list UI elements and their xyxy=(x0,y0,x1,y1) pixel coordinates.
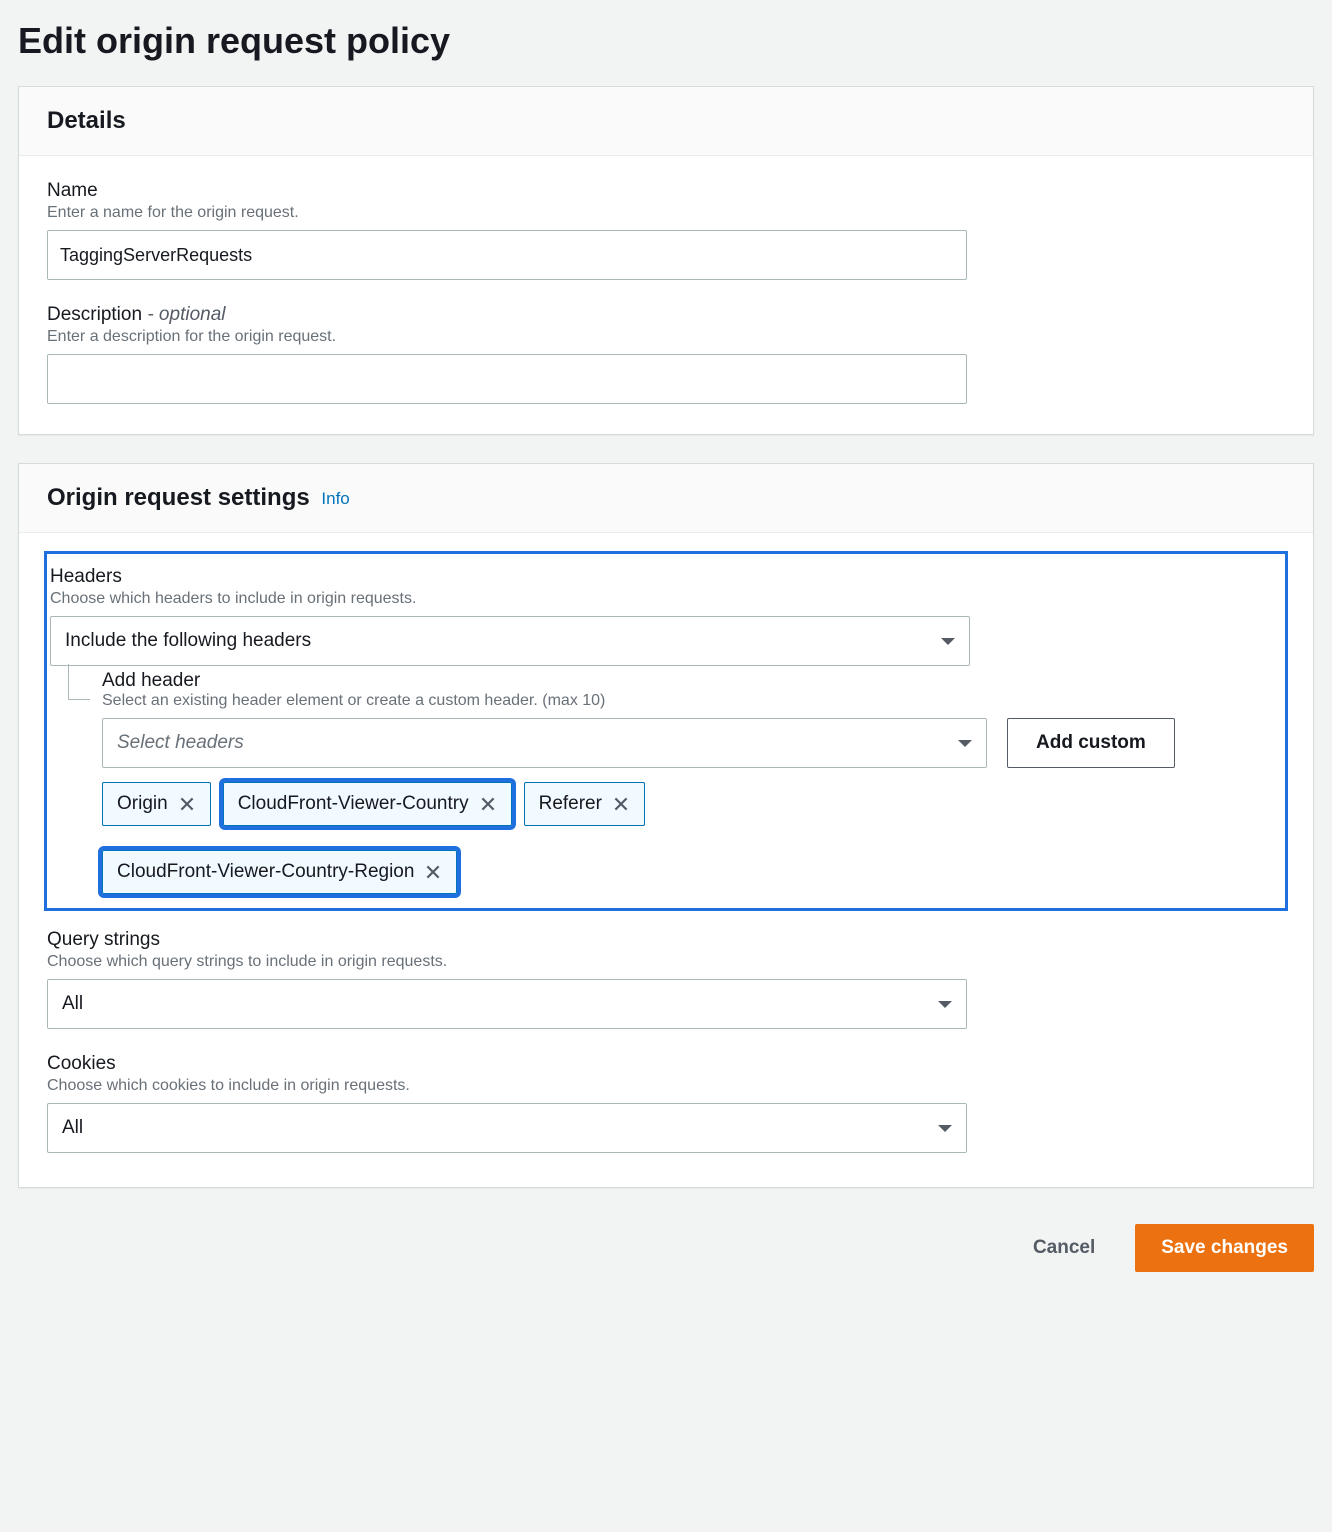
query-strings-select-value: All xyxy=(62,993,83,1015)
headers-hint: Choose which headers to include in origi… xyxy=(50,590,1282,608)
add-header-indent: Add header Select an existing header ele… xyxy=(50,670,1282,894)
name-input[interactable] xyxy=(47,230,967,280)
query-strings-label: Query strings xyxy=(47,929,1285,951)
chevron-down-icon xyxy=(938,1125,952,1132)
headers-highlight-box: Headers Choose which headers to include … xyxy=(44,551,1288,911)
name-label: Name xyxy=(47,180,1285,202)
details-panel: Details Name Enter a name for the origin… xyxy=(18,86,1314,435)
close-icon[interactable] xyxy=(612,795,630,813)
close-icon[interactable] xyxy=(178,795,196,813)
details-title: Details xyxy=(47,107,1285,135)
add-header-label: Add header xyxy=(102,670,1282,692)
add-header-hint: Select an existing header element or cre… xyxy=(102,692,1282,710)
name-hint: Enter a name for the origin request. xyxy=(47,204,1285,222)
headers-label: Headers xyxy=(50,566,1282,588)
headers-select-value: Include the following headers xyxy=(65,630,311,652)
header-token: CloudFront-Viewer-Country-Region xyxy=(102,850,457,894)
description-label: Description - optional xyxy=(47,304,1285,326)
query-strings-select[interactable]: All xyxy=(47,979,967,1029)
description-input[interactable] xyxy=(47,354,967,404)
chevron-down-icon xyxy=(941,638,955,645)
page-title: Edit origin request policy xyxy=(18,0,1314,86)
header-token-label: CloudFront-Viewer-Country xyxy=(238,793,469,815)
cancel-button[interactable]: Cancel xyxy=(1007,1224,1121,1272)
details-panel-header: Details xyxy=(19,87,1313,156)
name-field: Name Enter a name for the origin request… xyxy=(47,180,1285,280)
add-header-select-placeholder: Select headers xyxy=(117,732,244,754)
header-token-label: CloudFront-Viewer-Country-Region xyxy=(117,861,414,883)
headers-field: Headers Choose which headers to include … xyxy=(47,566,1285,894)
details-panel-body: Name Enter a name for the origin request… xyxy=(19,156,1313,434)
close-icon[interactable] xyxy=(424,863,442,881)
description-optional-suffix: - optional xyxy=(142,304,225,325)
settings-panel: Origin request settings Info Headers Cho… xyxy=(18,463,1314,1188)
header-token: Origin xyxy=(102,782,211,826)
headers-select[interactable]: Include the following headers xyxy=(50,616,970,666)
add-header-select[interactable]: Select headers xyxy=(102,718,987,768)
settings-title: Origin request settings xyxy=(47,484,310,511)
chevron-down-icon xyxy=(958,740,972,747)
description-hint: Enter a description for the origin reque… xyxy=(47,328,1285,346)
query-strings-hint: Choose which query strings to include in… xyxy=(47,953,1285,971)
close-icon[interactable] xyxy=(479,795,497,813)
add-header-row: Select headers Add custom xyxy=(102,718,1282,768)
description-field: Description - optional Enter a descripti… xyxy=(47,304,1285,404)
header-token: Referer xyxy=(524,782,645,826)
cookies-field: Cookies Choose which cookies to include … xyxy=(47,1053,1285,1153)
settings-title-wrap: Origin request settings Info xyxy=(47,484,1285,512)
tree-connector-icon xyxy=(68,664,90,700)
footer-actions: Cancel Save changes xyxy=(18,1216,1314,1272)
header-token-label: Referer xyxy=(539,793,602,815)
settings-panel-body: Headers Choose which headers to include … xyxy=(19,533,1313,1187)
header-token-row: Origin CloudFront-Viewer-Country Referer Cl… xyxy=(102,782,1282,894)
header-token: CloudFront-Viewer-Country xyxy=(223,782,512,826)
save-button[interactable]: Save changes xyxy=(1135,1224,1314,1272)
query-strings-field: Query strings Choose which query strings… xyxy=(47,929,1285,1029)
cookies-select-value: All xyxy=(62,1117,83,1139)
cookies-label: Cookies xyxy=(47,1053,1285,1075)
chevron-down-icon xyxy=(938,1001,952,1008)
cookies-select[interactable]: All xyxy=(47,1103,967,1153)
header-token-label: Origin xyxy=(117,793,168,815)
add-custom-button[interactable]: Add custom xyxy=(1007,718,1175,768)
settings-panel-header: Origin request settings Info xyxy=(19,464,1313,533)
description-label-text: Description xyxy=(47,304,142,325)
cookies-hint: Choose which cookies to include in origi… xyxy=(47,1077,1285,1095)
info-link[interactable]: Info xyxy=(321,489,349,508)
